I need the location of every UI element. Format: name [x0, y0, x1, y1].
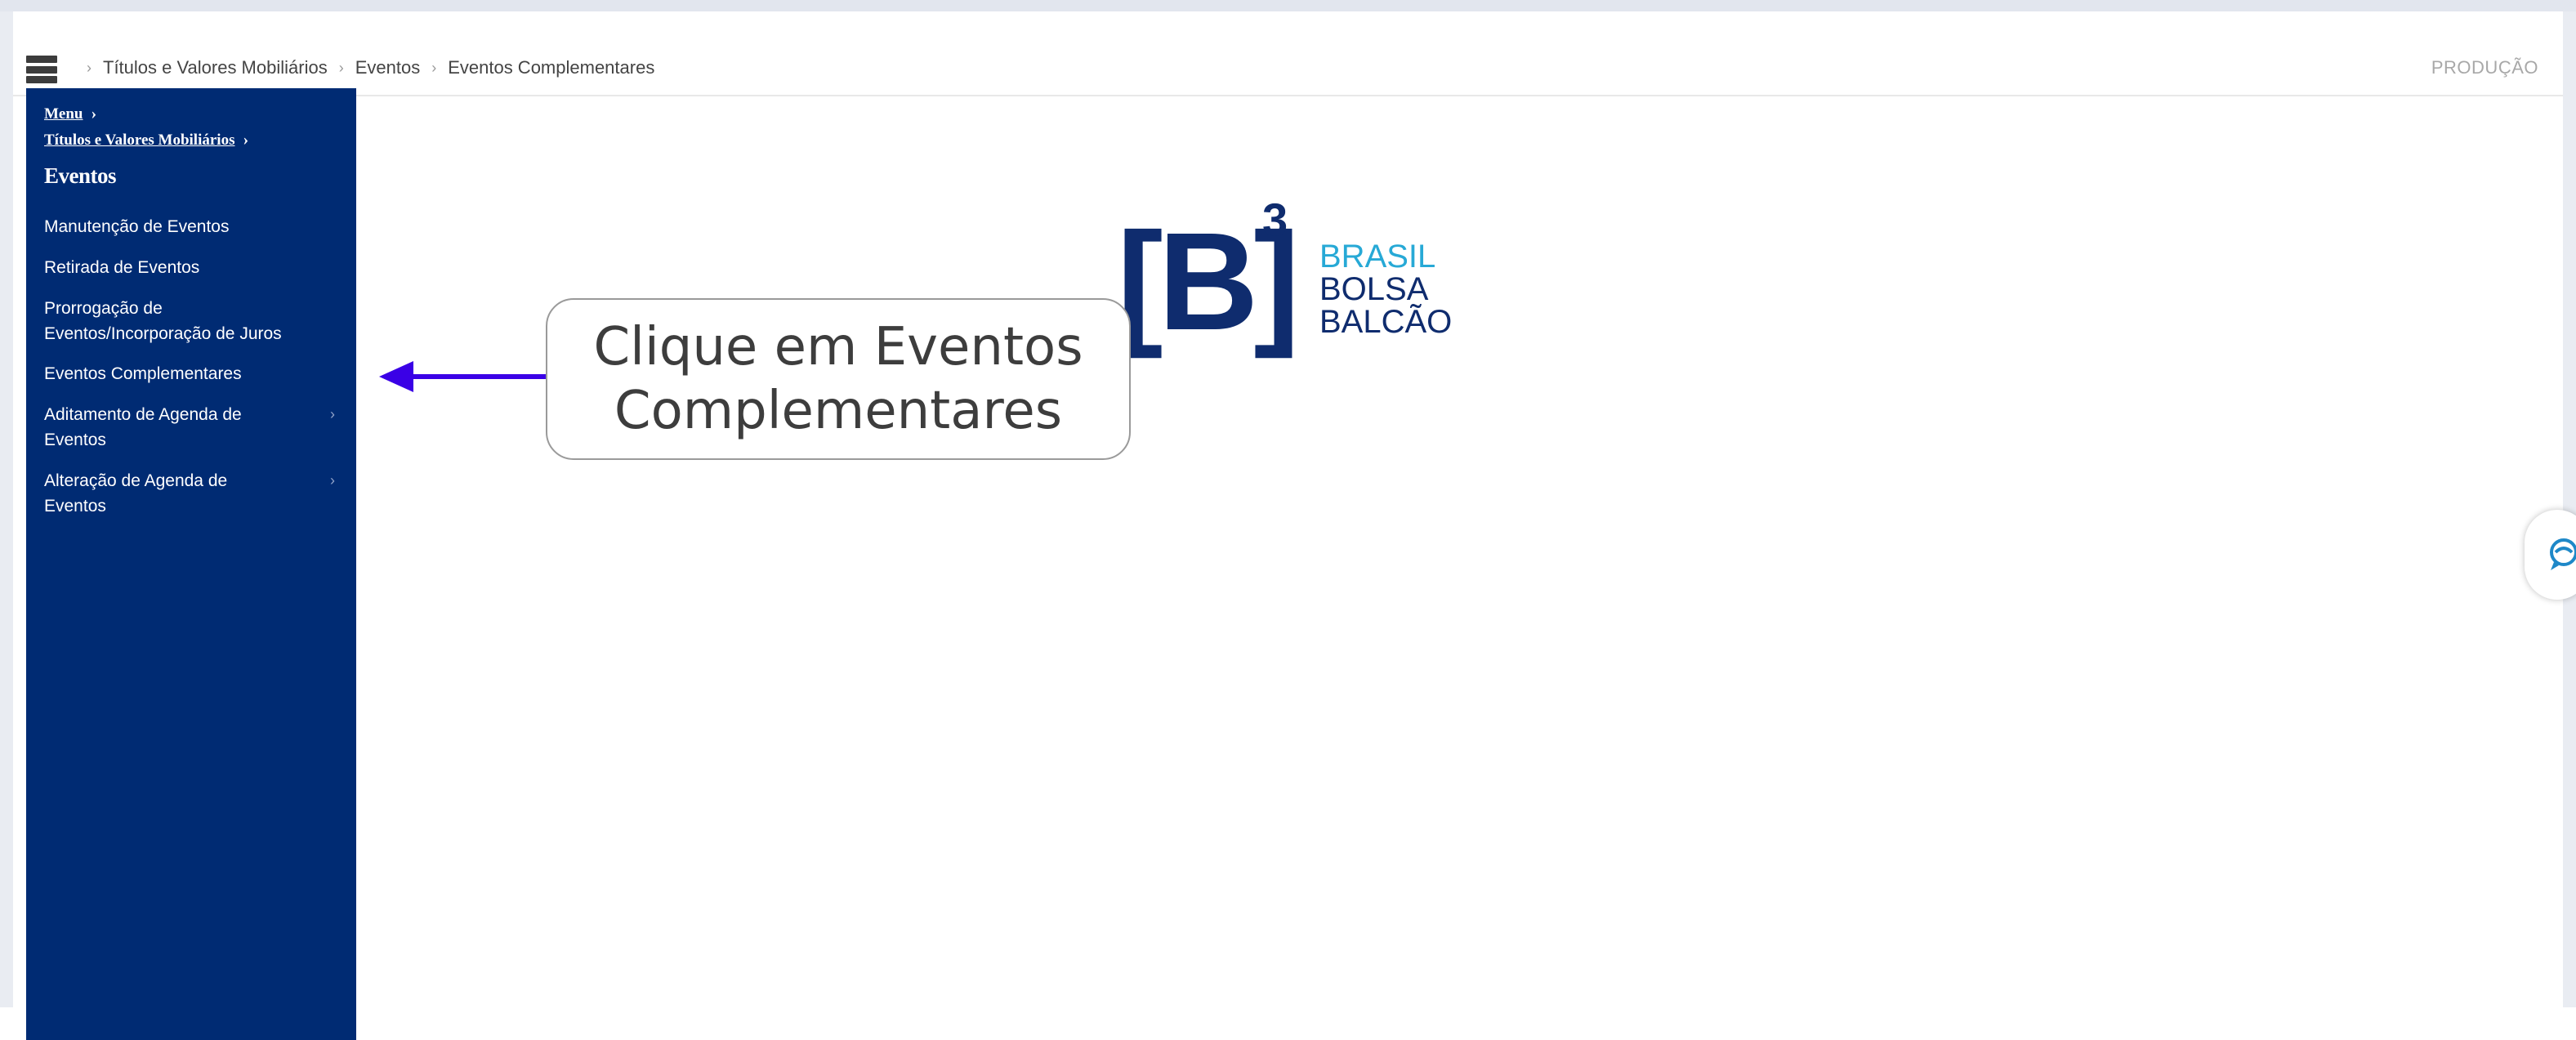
b3-logo-mark: [B]: [1117, 204, 1300, 359]
chat-icon: [2550, 538, 2576, 570]
chevron-right-icon: ›: [91, 105, 97, 123]
sidebar-link-parent-label: Títulos e Valores Mobiliários: [44, 132, 235, 149]
left-gutter: [0, 11, 13, 1007]
b3-logo-line2: BOLSA: [1319, 271, 1429, 307]
chevron-right-icon: ›: [330, 406, 335, 422]
sidebar-item-label: Eventos Complementares: [44, 364, 242, 383]
breadcrumb: › Títulos e Valores Mobiliários › Evento…: [75, 41, 654, 95]
breadcrumb-separator-icon: ›: [431, 59, 437, 76]
breadcrumb-separator-icon: ›: [87, 59, 92, 76]
instruction-callout: Clique em Eventos Complementares: [546, 298, 1131, 460]
sidebar-item-eventos-complementares[interactable]: Eventos Complementares: [44, 361, 314, 386]
b3-logo-wordmark: BRASIL BOLSA BALCÃO: [1319, 240, 1452, 338]
chevron-right-icon: ›: [330, 472, 335, 489]
window-top-strip: [0, 0, 2576, 11]
sidebar-item-aditamento-de-agenda[interactable]: Aditamento de Agenda de Eventos ›: [44, 402, 335, 453]
chevron-right-icon: ›: [243, 131, 249, 149]
b3-logo: [B] 3 BRASIL BOLSA BALCÃO: [1117, 194, 1460, 359]
sidebar-item-label: Manutenção de Eventos: [44, 217, 230, 236]
sidebar-item-label: Alteração de Agenda de Eventos: [44, 471, 228, 516]
sidebar-link-menu[interactable]: Menu ›: [44, 105, 96, 123]
sidebar-link-menu-label: Menu: [44, 105, 83, 123]
sidebar-item-alteracao-de-agenda[interactable]: Alteração de Agenda de Eventos ›: [44, 468, 335, 519]
b3-logo-line3: BALCÃO: [1319, 304, 1453, 340]
app-frame: › Títulos e Valores Mobiliários › Evento…: [13, 41, 2563, 1040]
sidebar-item-manutencao-de-eventos[interactable]: Manutenção de Eventos: [44, 214, 314, 239]
sidebar-item-label: Prorrogação de Eventos/Incorporação de J…: [44, 299, 282, 343]
callout-arrow-icon: [379, 361, 549, 392]
sidebar-menu: Menu › Títulos e Valores Mobiliários › Eve…: [26, 88, 356, 1040]
environment-label: PRODUÇÃO: [2431, 57, 2538, 78]
sidebar-item-retirada-de-eventos[interactable]: Retirada de Eventos: [44, 255, 314, 280]
hamburger-menu-icon[interactable]: [26, 56, 57, 83]
callout-line1: Clique em Eventos: [593, 317, 1083, 377]
callout-line2: Complementares: [614, 381, 1063, 441]
sidebar-item-label: Retirada de Eventos: [44, 258, 200, 277]
top-bar: › Títulos e Valores Mobiliários › Evento…: [13, 41, 2563, 96]
sidebar-title: Eventos: [44, 163, 117, 188]
right-gutter: [2563, 11, 2576, 1007]
sidebar-item-prorrogacao-de-eventos[interactable]: Prorrogação de Eventos/Incorporação de J…: [44, 296, 322, 346]
breadcrumb-item-titulos[interactable]: Títulos e Valores Mobiliários: [103, 57, 328, 78]
b3-logo-line1: BRASIL: [1319, 239, 1436, 275]
b3-logo-superscript: 3: [1262, 194, 1288, 245]
sidebar-link-parent[interactable]: Títulos e Valores Mobiliários ›: [44, 131, 248, 150]
breadcrumb-item-eventos-complementares: Eventos Complementares: [448, 57, 655, 78]
chat-assistant-button[interactable]: [2525, 510, 2576, 600]
breadcrumb-item-eventos[interactable]: Eventos: [355, 57, 421, 78]
breadcrumb-separator-icon: ›: [338, 59, 344, 76]
sidebar-item-label: Aditamento de Agenda de Eventos: [44, 405, 242, 449]
